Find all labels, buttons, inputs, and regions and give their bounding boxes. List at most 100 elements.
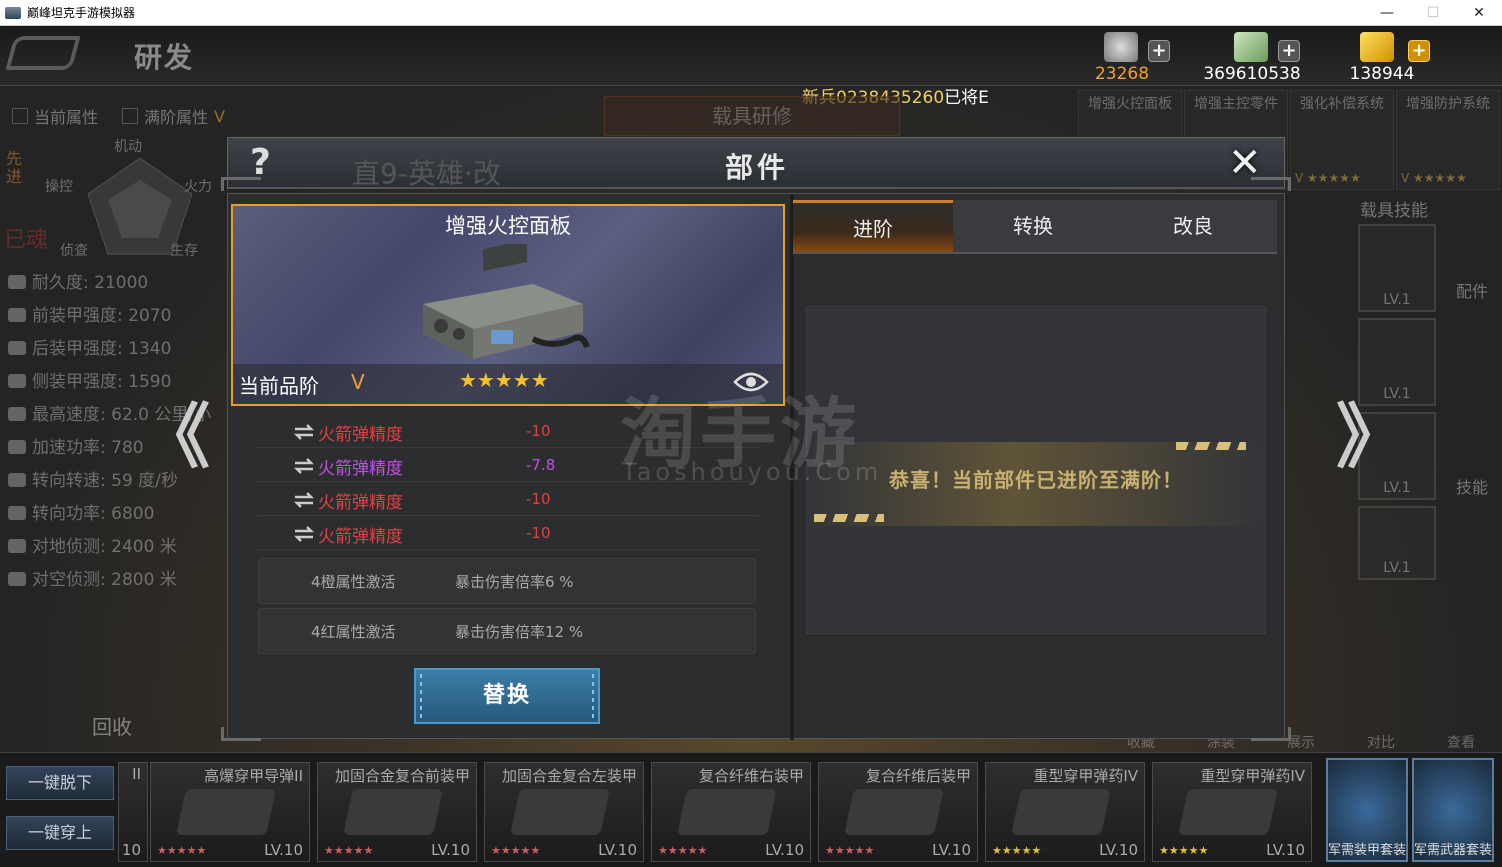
checkbox-icon xyxy=(12,108,28,124)
add-medal-button[interactable]: + xyxy=(1148,40,1170,62)
modal-title: 部件 xyxy=(724,151,789,184)
stat-row: 侧装甲强度: 1590 xyxy=(8,367,171,392)
armor-icon xyxy=(8,374,26,388)
stat-row: 前装甲强度: 2070 xyxy=(8,301,171,326)
recycle-button[interactable]: 回收 xyxy=(6,706,156,748)
equipment-slot[interactable]: II 10 xyxy=(118,762,148,862)
equipment-slot[interactable]: 复合纤维后装甲 ★★★★★ LV.10 xyxy=(818,762,978,862)
armor-plate-icon xyxy=(343,789,443,835)
stat-row: 对地侦测: 2400 米 xyxy=(8,532,177,557)
radar-label-survive: 生存 xyxy=(170,243,198,259)
gold-icon xyxy=(1360,32,1394,62)
section-title: 研发 xyxy=(134,41,195,74)
unequip-all-button[interactable]: 一键脱下 xyxy=(6,766,114,800)
checkbox-max-attr[interactable]: 满阶属性 V xyxy=(122,104,225,128)
equipment-slot[interactable]: 重型穿甲弹药IV ★★★★★ LV.10 xyxy=(985,762,1145,862)
checkbox-current-attr[interactable]: 当前属性 xyxy=(12,104,98,128)
power-icon xyxy=(8,440,26,454)
side-tab-skills[interactable]: 技能 xyxy=(1456,474,1488,498)
medal-count: 23268 xyxy=(1094,64,1150,84)
cash-count: 369610538 xyxy=(1203,64,1301,84)
radar-label-mobility: 机动 xyxy=(114,139,142,155)
top-part-slot[interactable]: 增强防护系统 V ★★★★★ xyxy=(1396,90,1500,190)
ammo-crate-icon xyxy=(1178,789,1278,835)
equip-all-button[interactable]: 一键穿上 xyxy=(6,816,114,850)
next-arrow-icon[interactable]: 》 xyxy=(1336,402,1406,472)
banner-stripe xyxy=(814,514,884,522)
skill-slot[interactable]: LV.1 xyxy=(1358,224,1436,312)
frame-corner xyxy=(221,727,261,741)
turn-icon xyxy=(8,473,26,487)
minimize-button[interactable]: — xyxy=(1364,0,1410,26)
grade-label: 当前品阶 xyxy=(239,374,319,398)
tab-improve[interactable]: 改良 xyxy=(1113,200,1273,252)
grade-value: V xyxy=(351,370,365,394)
fire-control-panel-image xyxy=(423,244,590,359)
power-icon xyxy=(8,506,26,520)
part-name: 增强火控面板 xyxy=(445,214,571,238)
durability-icon xyxy=(8,275,26,289)
scan-icon xyxy=(8,539,26,553)
back-logo-button[interactable] xyxy=(5,36,81,70)
cash-icon xyxy=(1234,32,1268,62)
ammo-crate-icon xyxy=(1011,789,1111,835)
activation-value: 暴击伤害倍率6 % xyxy=(455,573,574,591)
suit-slot[interactable]: 军需武器套装 xyxy=(1412,758,1494,862)
banner-stripe xyxy=(1176,442,1246,450)
stat-row: 后装甲强度: 1340 xyxy=(8,334,171,359)
attribute-name: 火箭弹精度 xyxy=(318,425,403,445)
attribute-row: 火箭弹精度 -10 xyxy=(258,484,758,516)
activation-row: 4橙属性激活 暴击伤害倍率6 % xyxy=(258,558,756,604)
attribute-value: -10 xyxy=(526,490,551,508)
tab-advance[interactable]: 进阶 xyxy=(793,200,953,252)
side-tab-parts[interactable]: 配件 xyxy=(1456,278,1488,302)
armor-plate-icon xyxy=(677,789,777,835)
skill-slot[interactable]: LV.1 xyxy=(1358,318,1436,406)
activation-label: 4红属性激活 xyxy=(311,623,396,641)
radar-label-firepower: 火力 xyxy=(184,179,212,195)
equipment-slot[interactable]: 高爆穿甲导弹II ★★★★★ LV.10 xyxy=(150,762,310,862)
game-window: 巅峰坦克手游模拟器 — ☐ ✕ 研发 + 23268 + 369610538 +… xyxy=(0,0,1502,867)
activation-row: 4红属性激活 暴击伤害倍率12 % xyxy=(258,608,756,654)
frame-corner xyxy=(1251,177,1291,191)
rank-vertical-text: 先进 xyxy=(6,149,23,186)
tab-convert[interactable]: 转换 xyxy=(953,200,1113,252)
attribute-row: 火箭弹精度 -10 xyxy=(258,518,758,550)
armor-plate-icon xyxy=(510,789,610,835)
swap-icon xyxy=(293,458,315,474)
research-tab[interactable]: 载具研修 xyxy=(604,96,900,136)
compare-button[interactable]: 对比 xyxy=(1356,732,1406,752)
replace-button[interactable]: 替换 xyxy=(414,668,600,724)
attribute-name: 火箭弹精度 xyxy=(318,527,403,547)
window-controls: — ☐ ✕ xyxy=(1364,0,1502,26)
attribute-value: -7.8 xyxy=(526,456,556,474)
grade-stars: ★★★★★ xyxy=(459,368,549,392)
equipment-slot[interactable]: 加固合金复合前装甲 ★★★★★ LV.10 xyxy=(317,762,477,862)
maximize-button[interactable]: ☐ xyxy=(1410,0,1456,26)
armor-icon xyxy=(8,341,26,355)
add-gold-button[interactable]: + xyxy=(1408,40,1430,62)
suit-slot[interactable]: 军需装甲套装 xyxy=(1326,758,1408,862)
close-window-button[interactable]: ✕ xyxy=(1456,0,1502,26)
top-part-slot[interactable]: 强化补偿系统 V ★★★★★ xyxy=(1290,90,1394,190)
attribute-value: -10 xyxy=(526,524,551,542)
inspect-button[interactable]: 查看 xyxy=(1436,732,1486,752)
notice-text: 已将 xyxy=(944,88,979,108)
add-cash-button[interactable]: + xyxy=(1278,40,1300,62)
radar-label-scout: 侦查 xyxy=(60,243,88,259)
stat-row: 转向功率: 6800 xyxy=(8,499,154,524)
equipment-slot[interactable]: 复合纤维右装甲 ★★★★★ LV.10 xyxy=(651,762,811,862)
attribute-value: -10 xyxy=(526,422,551,440)
prev-arrow-icon[interactable]: 《 xyxy=(140,402,210,472)
frame-corner xyxy=(1251,727,1291,741)
equipment-slot[interactable]: 重型穿甲弹药IV ★★★★★ LV.10 xyxy=(1152,762,1312,862)
armor-icon xyxy=(8,308,26,322)
medal-resource: + 23268 xyxy=(1062,30,1182,84)
skill-slot[interactable]: LV.1 xyxy=(1358,506,1436,580)
cash-resource: + 369610538 xyxy=(1192,30,1312,84)
equipment-slot[interactable]: 加固合金复合左装甲 ★★★★★ LV.10 xyxy=(484,762,644,862)
frame-corner xyxy=(221,177,261,191)
modal-header: 直9-英雄·改 ? 部件 ✕ xyxy=(227,137,1285,190)
stat-row: 加速功率: 780 xyxy=(8,433,144,458)
checkbox-max-label: 满阶属性 xyxy=(144,108,209,127)
